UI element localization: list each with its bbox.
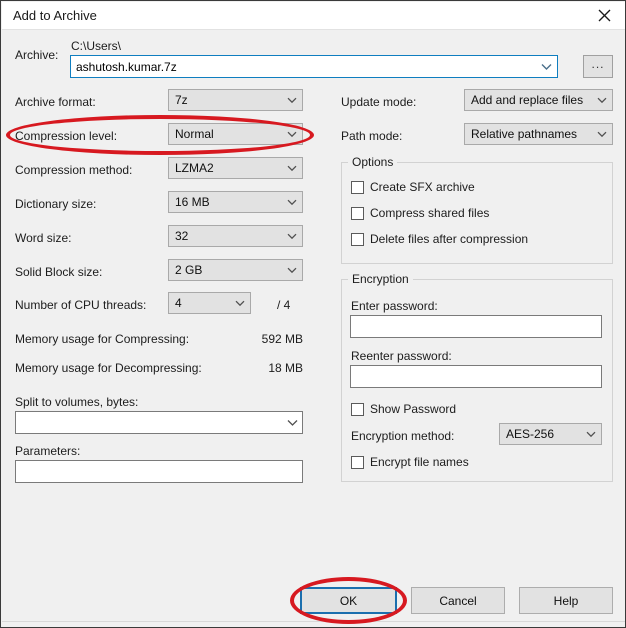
checkbox-box	[351, 402, 364, 416]
compress-shared-files-checkbox[interactable]: Compress shared files	[351, 206, 489, 220]
archive-format-label: Archive format:	[15, 95, 96, 109]
cpu-threads-total: / 4	[277, 298, 291, 312]
checkbox-box	[351, 206, 364, 220]
path-mode-select[interactable]: Relative pathnames	[464, 123, 613, 145]
memory-decompress-label: Memory usage for Decompressing:	[15, 361, 202, 375]
chevron-down-icon[interactable]	[282, 233, 302, 240]
show-password-label: Show Password	[370, 402, 457, 416]
checkbox-box	[351, 232, 364, 246]
options-group-title: Options	[348, 155, 398, 169]
dictionary-size-select[interactable]: 16 MB	[168, 191, 303, 213]
chevron-down-icon[interactable]	[592, 131, 612, 138]
update-mode-label: Update mode:	[341, 95, 417, 109]
compression-method-value: LZMA2	[175, 161, 214, 175]
dictionary-size-label: Dictionary size:	[15, 197, 97, 211]
dictionary-size-value: 16 MB	[175, 195, 210, 209]
checkbox-box	[351, 180, 364, 194]
cpu-threads-label: Number of CPU threads:	[15, 298, 147, 312]
update-mode-value: Add and replace files	[471, 93, 584, 107]
compression-method-select[interactable]: LZMA2	[168, 157, 303, 179]
compress-shared-files-label: Compress shared files	[370, 206, 490, 220]
enter-password-input[interactable]	[350, 315, 602, 338]
compression-level-select[interactable]: Normal	[168, 123, 303, 145]
archive-name-value: ashutosh.kumar.7z	[76, 59, 177, 74]
ok-button[interactable]: OK	[300, 587, 397, 614]
checkbox-box	[351, 455, 364, 469]
encryption-method-select[interactable]: AES-256	[499, 423, 602, 445]
chevron-down-icon[interactable]	[282, 199, 302, 206]
create-sfx-archive-label: Create SFX archive	[370, 180, 475, 194]
split-volumes-input[interactable]	[15, 411, 303, 434]
chevron-down-icon[interactable]	[282, 419, 302, 427]
path-mode-value: Relative pathnames	[471, 127, 578, 141]
solid-block-size-label: Solid Block size:	[15, 265, 103, 279]
cpu-threads-select[interactable]: 4	[168, 292, 251, 314]
word-size-select[interactable]: 32	[168, 225, 303, 247]
update-mode-select[interactable]: Add and replace files	[464, 89, 613, 111]
compression-level-label: Compression level:	[15, 129, 118, 143]
chevron-down-icon[interactable]	[282, 97, 302, 104]
chevron-down-icon[interactable]	[581, 431, 601, 438]
chevron-down-icon[interactable]	[592, 97, 612, 104]
browse-button[interactable]: ...	[583, 55, 613, 78]
compression-level-value: Normal	[175, 127, 214, 141]
memory-compress-label: Memory usage for Compressing:	[15, 332, 190, 346]
enter-password-label: Enter password:	[351, 299, 438, 313]
archive-name-input[interactable]: ashutosh.kumar.7z	[70, 55, 558, 78]
memory-decompress-value: 18 MB	[268, 361, 303, 375]
word-size-value: 32	[175, 229, 189, 243]
close-icon[interactable]	[582, 2, 625, 29]
reenter-password-label: Reenter password:	[351, 349, 452, 363]
delete-files-after-compression-label: Delete files after compression	[370, 232, 529, 246]
parameters-input[interactable]	[15, 460, 303, 483]
archive-format-select[interactable]: 7z	[168, 89, 303, 111]
chevron-down-icon[interactable]	[282, 131, 302, 138]
encrypt-file-names-checkbox[interactable]: Encrypt file names	[351, 455, 469, 469]
solid-block-size-value: 2 GB	[175, 263, 203, 277]
parameters-label: Parameters:	[15, 444, 81, 458]
show-password-checkbox[interactable]: Show Password	[351, 402, 456, 416]
compression-method-label: Compression method:	[15, 163, 133, 177]
encryption-method-label: Encryption method:	[351, 429, 455, 443]
chevron-down-icon[interactable]	[282, 267, 302, 274]
solid-block-size-select[interactable]: 2 GB	[168, 259, 303, 281]
path-mode-label: Path mode:	[341, 129, 403, 143]
cancel-button[interactable]: Cancel	[411, 587, 505, 614]
window-title: Add to Archive	[13, 8, 97, 23]
encryption-group-title: Encryption	[348, 272, 413, 286]
delete-files-after-compression-checkbox[interactable]: Delete files after compression	[351, 232, 528, 246]
help-button[interactable]: Help	[519, 587, 613, 614]
cpu-threads-value: 4	[175, 296, 182, 310]
encrypt-file-names-label: Encrypt file names	[370, 455, 469, 469]
chevron-down-icon[interactable]	[282, 165, 302, 172]
archive-path-prefix: C:\Users\	[71, 39, 122, 53]
chevron-down-icon[interactable]	[535, 63, 557, 71]
chevron-down-icon[interactable]	[230, 300, 250, 307]
split-volumes-label: Split to volumes, bytes:	[15, 395, 139, 409]
encryption-method-value: AES-256	[506, 427, 555, 441]
reenter-password-input[interactable]	[350, 365, 602, 388]
archive-format-value: 7z	[175, 93, 188, 107]
memory-compress-value: 592 MB	[261, 332, 303, 346]
add-to-archive-dialog: Add to Archive Archive: C:\Users\ ashuto…	[0, 0, 626, 628]
title-bar: Add to Archive	[2, 2, 625, 30]
archive-label: Archive:	[15, 48, 59, 62]
create-sfx-archive-checkbox[interactable]: Create SFX archive	[351, 180, 475, 194]
bottom-divider	[2, 621, 625, 622]
word-size-label: Word size:	[15, 231, 72, 245]
